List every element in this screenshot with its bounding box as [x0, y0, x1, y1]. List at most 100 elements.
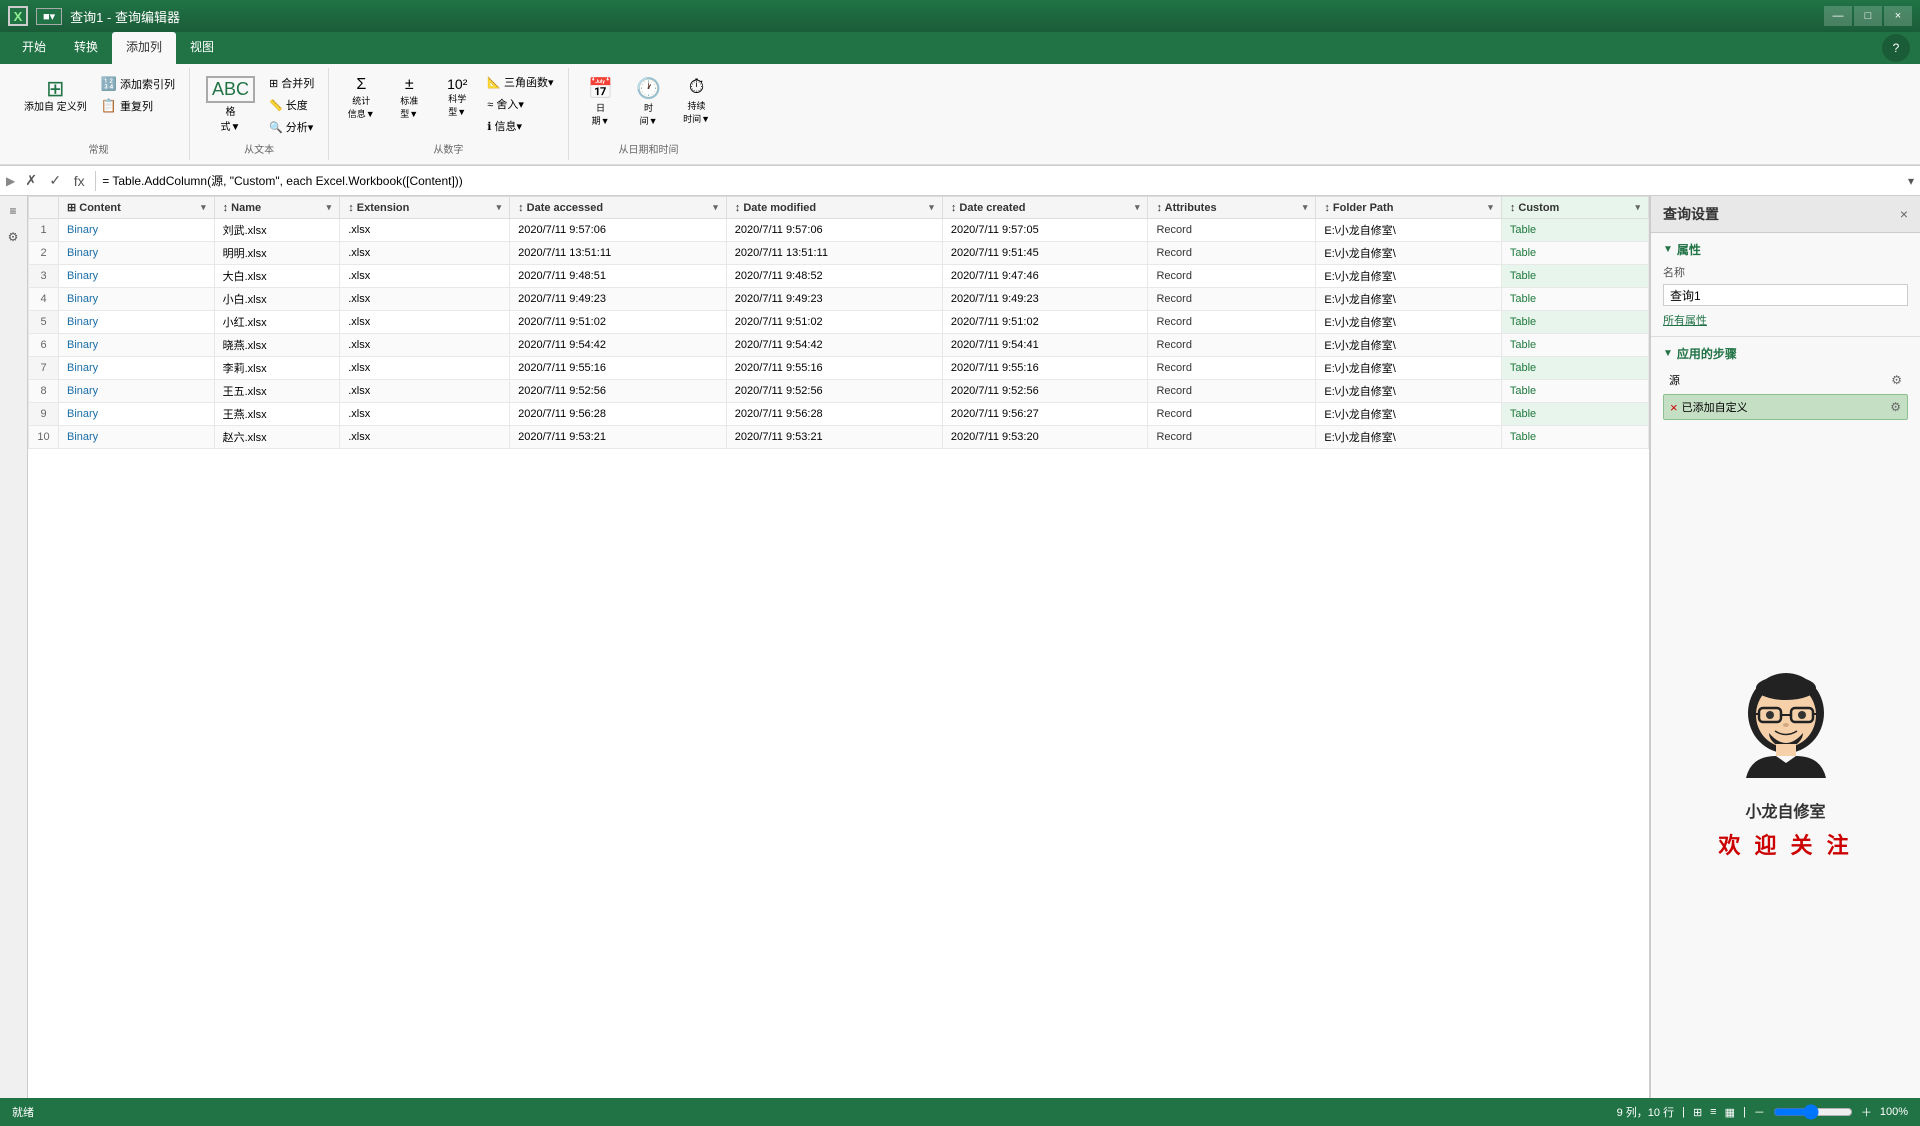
col-date-modified-filter[interactable]: ▾ — [929, 202, 934, 213]
cell-attr: Record — [1148, 357, 1316, 380]
nav-right-icon[interactable]: ▶ — [6, 174, 15, 188]
zoom-slider[interactable] — [1773, 1104, 1853, 1120]
info-button[interactable]: ℹ 信息▾ — [483, 116, 557, 136]
help-button[interactable]: ? — [1882, 34, 1910, 62]
card-view-icon[interactable]: ▦ — [1725, 1106, 1735, 1119]
table-view-icon[interactable]: ⊞ — [1693, 1106, 1702, 1119]
table-container[interactable]: ⊞ Content ▾ ↕ Name ▾ ↕ Extension ▾ — [28, 196, 1650, 1098]
quick-access[interactable]: ■▾ — [36, 8, 62, 25]
status-right: 9 列，10 行 | ⊞ ≡ ▦ | － ＋ 100% — [1617, 1104, 1908, 1120]
titlebar: X ■▾ 查询1 - 查询编辑器 — □ × — [0, 0, 1920, 32]
row-num-cell: 6 — [29, 334, 59, 357]
col-date-created[interactable]: ↕ Date created ▾ — [942, 197, 1148, 219]
sidebar-icon-2[interactable]: ⚙ — [2, 226, 24, 248]
tab-transform[interactable]: 转换 — [60, 32, 112, 64]
maximize-button[interactable]: □ — [1854, 6, 1882, 26]
analyze-button[interactable]: 🔍 分析▾ — [265, 117, 318, 137]
col-extension-filter[interactable]: ▾ — [497, 202, 502, 213]
tab-home[interactable]: 开始 — [8, 32, 60, 64]
close-button[interactable]: × — [1884, 6, 1912, 26]
col-content[interactable]: ⊞ Content ▾ — [59, 197, 215, 219]
cell-ext: .xlsx — [340, 380, 510, 403]
cell-created: 2020/7/11 9:49:23 — [942, 288, 1148, 311]
table-row[interactable]: 7 Binary 李莉.xlsx .xlsx 2020/7/11 9:55:16… — [29, 357, 1649, 380]
date-button[interactable]: 📅 日期▼ — [579, 72, 623, 131]
step-gear-icon[interactable]: ⚙ — [1890, 400, 1901, 414]
cell-path: E:\小龙自修室\ — [1316, 334, 1501, 357]
add-index-button[interactable]: 🔢 添加索引列 — [97, 74, 179, 94]
col-name[interactable]: ↕ Name ▾ — [214, 197, 340, 219]
col-extension[interactable]: ↕ Extension ▾ — [340, 197, 510, 219]
cell-accessed: 2020/7/11 9:49:23 — [510, 288, 727, 311]
col-date-modified[interactable]: ↕ Date modified ▾ — [726, 197, 942, 219]
confirm-formula-icon[interactable]: ✓ — [45, 172, 65, 189]
standard-button[interactable]: ± 标准型▼ — [387, 72, 431, 136]
table-row[interactable]: 1 Binary 刘武.xlsx .xlsx 2020/7/11 9:57:06… — [29, 219, 1649, 242]
scientific-button[interactable]: 10² 科学型▼ — [435, 72, 479, 136]
table-row[interactable]: 8 Binary 王五.xlsx .xlsx 2020/7/11 9:52:56… — [29, 380, 1649, 403]
length-button[interactable]: 📏 长度 — [265, 95, 318, 115]
fx-icon[interactable]: fx — [69, 173, 89, 189]
step-delete-icon[interactable]: × — [1670, 400, 1678, 415]
titlebar-title: 查询1 - 查询编辑器 — [70, 7, 180, 26]
rounding-button[interactable]: ≈ 舍入▾ — [483, 94, 557, 114]
query-name-input[interactable] — [1663, 284, 1908, 306]
col-custom[interactable]: ↕ Custom ▾ — [1501, 197, 1648, 219]
col-custom-label: ↕ Custom — [1510, 202, 1560, 214]
col-attributes-filter[interactable]: ▾ — [1303, 202, 1308, 213]
stats-button[interactable]: Σ 统计信息▼ — [339, 72, 383, 136]
all-properties-link[interactable]: 所有属性 — [1663, 315, 1707, 327]
col-name-filter[interactable]: ▾ — [327, 202, 332, 213]
table-row[interactable]: 3 Binary 大白.xlsx .xlsx 2020/7/11 9:48:51… — [29, 265, 1649, 288]
table-row[interactable]: 2 Binary 明明.xlsx .xlsx 2020/7/11 13:51:1… — [29, 242, 1649, 265]
tab-view[interactable]: 视图 — [176, 32, 228, 64]
sidebar-icon-1[interactable]: ≡ — [2, 200, 24, 222]
cell-modified: 2020/7/11 9:55:16 — [726, 357, 942, 380]
duration-button[interactable]: ⏱ 持续时间▼ — [675, 72, 719, 131]
table-row[interactable]: 9 Binary 王燕.xlsx .xlsx 2020/7/11 9:56:28… — [29, 403, 1649, 426]
format-button[interactable]: ABC 格式▼ — [200, 72, 261, 137]
col-content-filter[interactable]: ▾ — [201, 202, 206, 213]
table-row[interactable]: 10 Binary 赵六.xlsx .xlsx 2020/7/11 9:53:2… — [29, 426, 1649, 449]
avatar-svg — [1731, 668, 1841, 788]
time-button[interactable]: 🕐 时间▼ — [627, 72, 671, 131]
cell-modified: 2020/7/11 9:53:21 — [726, 426, 942, 449]
col-date-accessed[interactable]: ↕ Date accessed ▾ — [510, 197, 727, 219]
cancel-formula-icon[interactable]: ✗ — [21, 172, 41, 189]
cell-attr: Record — [1148, 380, 1316, 403]
col-date-accessed-filter[interactable]: ▾ — [713, 202, 718, 213]
formula-bar-controls: ✗ ✓ fx — [21, 172, 89, 189]
col-folder-path[interactable]: ↕ Folder Path ▾ — [1316, 197, 1501, 219]
col-date-created-filter[interactable]: ▾ — [1135, 202, 1140, 213]
tab-addcolumn[interactable]: 添加列 — [112, 32, 176, 64]
cell-content: Binary — [59, 357, 215, 380]
step-item-1[interactable]: × 已添加自定义 ⚙ — [1663, 394, 1908, 420]
zoom-minus-button[interactable]: － — [1754, 1104, 1765, 1120]
right-panel-close-button[interactable]: × — [1900, 206, 1908, 222]
row-num-cell: 8 — [29, 380, 59, 403]
minimize-button[interactable]: — — [1824, 6, 1852, 26]
formula-dropdown-icon[interactable]: ▾ — [1908, 174, 1914, 188]
avatar-name: 小龙自修室 — [1745, 798, 1825, 822]
cell-content: Binary — [59, 242, 215, 265]
duplicate-column-button[interactable]: 📋 重复列 — [97, 96, 179, 116]
cell-ext: .xlsx — [340, 242, 510, 265]
fromdatetime-label: 从日期和时间 — [619, 137, 679, 156]
list-view-icon[interactable]: ≡ — [1710, 1106, 1716, 1118]
col-custom-filter[interactable]: ▾ — [1635, 202, 1640, 213]
cell-path: E:\小龙自修室\ — [1316, 288, 1501, 311]
zoom-plus-button[interactable]: ＋ — [1861, 1104, 1872, 1120]
step-gear-icon[interactable]: ⚙ — [1891, 373, 1902, 387]
cell-custom: Table — [1501, 380, 1648, 403]
col-folder-path-filter[interactable]: ▾ — [1488, 202, 1493, 213]
col-attributes[interactable]: ↕ Attributes ▾ — [1148, 197, 1316, 219]
table-row[interactable]: 5 Binary 小红.xlsx .xlsx 2020/7/11 9:51:02… — [29, 311, 1649, 334]
formula-input[interactable] — [102, 174, 1902, 188]
trig-button[interactable]: 📐 三角函数▾ — [483, 72, 557, 92]
add-custom-column-button[interactable]: ⊞ 添加自 定义列 — [18, 72, 93, 118]
merge-columns-button[interactable]: ⊞ 合并列 — [265, 73, 318, 93]
step-item-0[interactable]: 源 ⚙ — [1663, 368, 1908, 392]
table-row[interactable]: 4 Binary 小白.xlsx .xlsx 2020/7/11 9:49:23… — [29, 288, 1649, 311]
cell-modified: 2020/7/11 13:51:11 — [726, 242, 942, 265]
table-row[interactable]: 6 Binary 晓燕.xlsx .xlsx 2020/7/11 9:54:42… — [29, 334, 1649, 357]
